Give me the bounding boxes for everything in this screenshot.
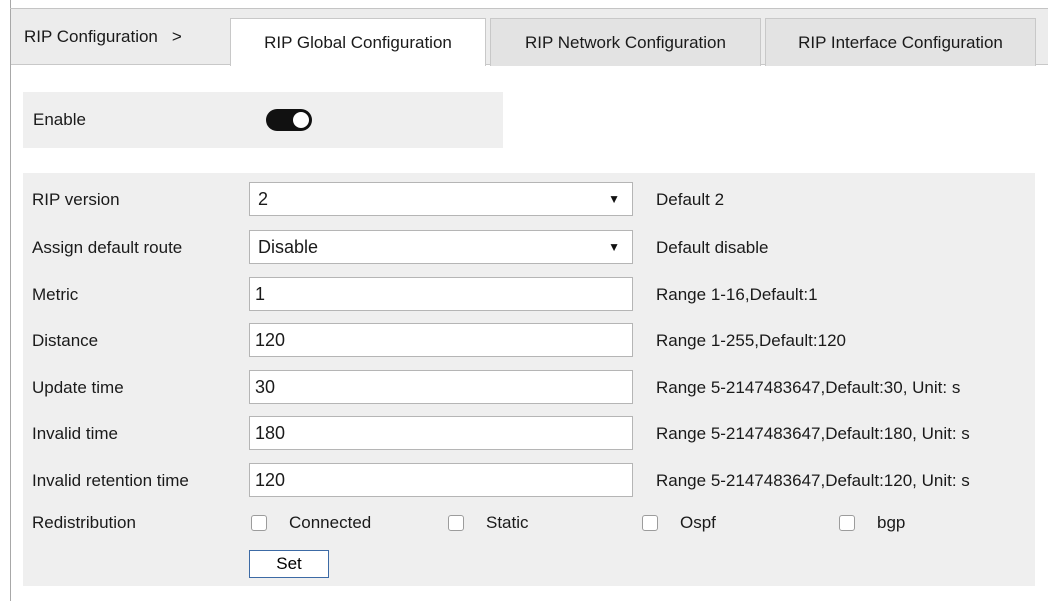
row-invalid-time: Invalid time 180 Range 5-2147483647,Defa… [23,416,1035,452]
breadcrumb-separator: > [171,27,182,46]
update-time-label: Update time [32,378,124,397]
rip-version-value: 2 [258,189,269,209]
connected-label: Connected [289,513,372,532]
row-rip-version: RIP version 2 ▼ Default 2 [23,182,1035,218]
breadcrumb: RIP Configuration > [11,9,230,65]
redistribution-connected[interactable]: Connected [251,510,371,536]
enable-label: Enable [33,110,86,129]
redistribution-static[interactable]: Static [448,510,529,536]
assign-default-route-label: Assign default route [32,238,183,257]
update-time-input[interactable]: 30 [249,370,633,404]
invalid-retention-time-input[interactable]: 120 [249,463,633,497]
distance-hint: Range 1-255,Default:120 [656,331,846,350]
metric-hint: Range 1-16,Default:1 [656,285,818,304]
enable-panel: Enable [23,92,503,148]
rip-global-config-panel: RIP version 2 ▼ Default 2 Assign default… [23,173,1035,586]
static-label: Static [486,513,529,532]
rip-version-hint: Default 2 [656,190,725,209]
row-assign-default-route: Assign default route Disable ▼ Default d… [23,230,1035,266]
redistribution-bgp[interactable]: bgp [839,510,905,536]
rip-version-label: RIP version [32,190,120,209]
metric-input[interactable]: 1 [249,277,633,311]
invalid-time-hint: Range 5-2147483647,Default:180, Unit: s [656,424,970,443]
update-time-hint: Range 5-2147483647,Default:30, Unit: s [656,378,961,397]
metric-label: Metric [32,285,79,304]
dropdown-arrow-icon: ▼ [608,192,620,206]
invalid-retention-time-label: Invalid retention time [32,471,189,490]
assign-default-route-hint: Default disable [656,238,769,257]
row-distance: Distance 120 Range 1-255,Default:120 [23,323,1035,359]
ospf-label: Ospf [680,513,716,532]
distance-label: Distance [32,331,99,350]
static-checkbox[interactable] [448,515,464,531]
row-update-time: Update time 30 Range 5-2147483647,Defaul… [23,370,1035,406]
assign-default-route-select[interactable]: Disable ▼ [249,230,633,264]
row-invalid-retention-time: Invalid retention time 120 Range 5-21474… [23,463,1035,499]
tab-rip-network-configuration[interactable]: RIP Network Configuration [490,18,761,66]
tab-rip-global-configuration[interactable]: RIP Global Configuration [230,18,486,66]
assign-default-route-value: Disable [258,237,319,257]
bgp-checkbox[interactable] [839,515,855,531]
dropdown-arrow-icon: ▼ [608,240,620,254]
rip-version-select[interactable]: 2 ▼ [249,182,633,216]
redistribution-ospf[interactable]: Ospf [642,510,716,536]
breadcrumb-label: RIP Configuration [24,27,158,46]
tab-bar: RIP Configuration > RIP Global Configura… [11,9,1048,66]
distance-input[interactable]: 120 [249,323,633,357]
row-metric: Metric 1 Range 1-16,Default:1 [23,277,1035,313]
toggle-knob [293,112,309,128]
enable-toggle[interactable] [266,109,312,131]
set-button[interactable]: Set [249,550,329,578]
invalid-time-label: Invalid time [32,424,118,443]
bgp-label: bgp [877,513,906,532]
invalid-retention-time-hint: Range 5-2147483647,Default:120, Unit: s [656,471,970,490]
connected-checkbox[interactable] [251,515,267,531]
redistribution-label: Redistribution [32,513,136,532]
ospf-checkbox[interactable] [642,515,658,531]
tab-rip-interface-configuration[interactable]: RIP Interface Configuration [765,18,1036,66]
invalid-time-input[interactable]: 180 [249,416,633,450]
row-redistribution: Redistribution Connected Static Ospf bgp [23,510,1035,540]
